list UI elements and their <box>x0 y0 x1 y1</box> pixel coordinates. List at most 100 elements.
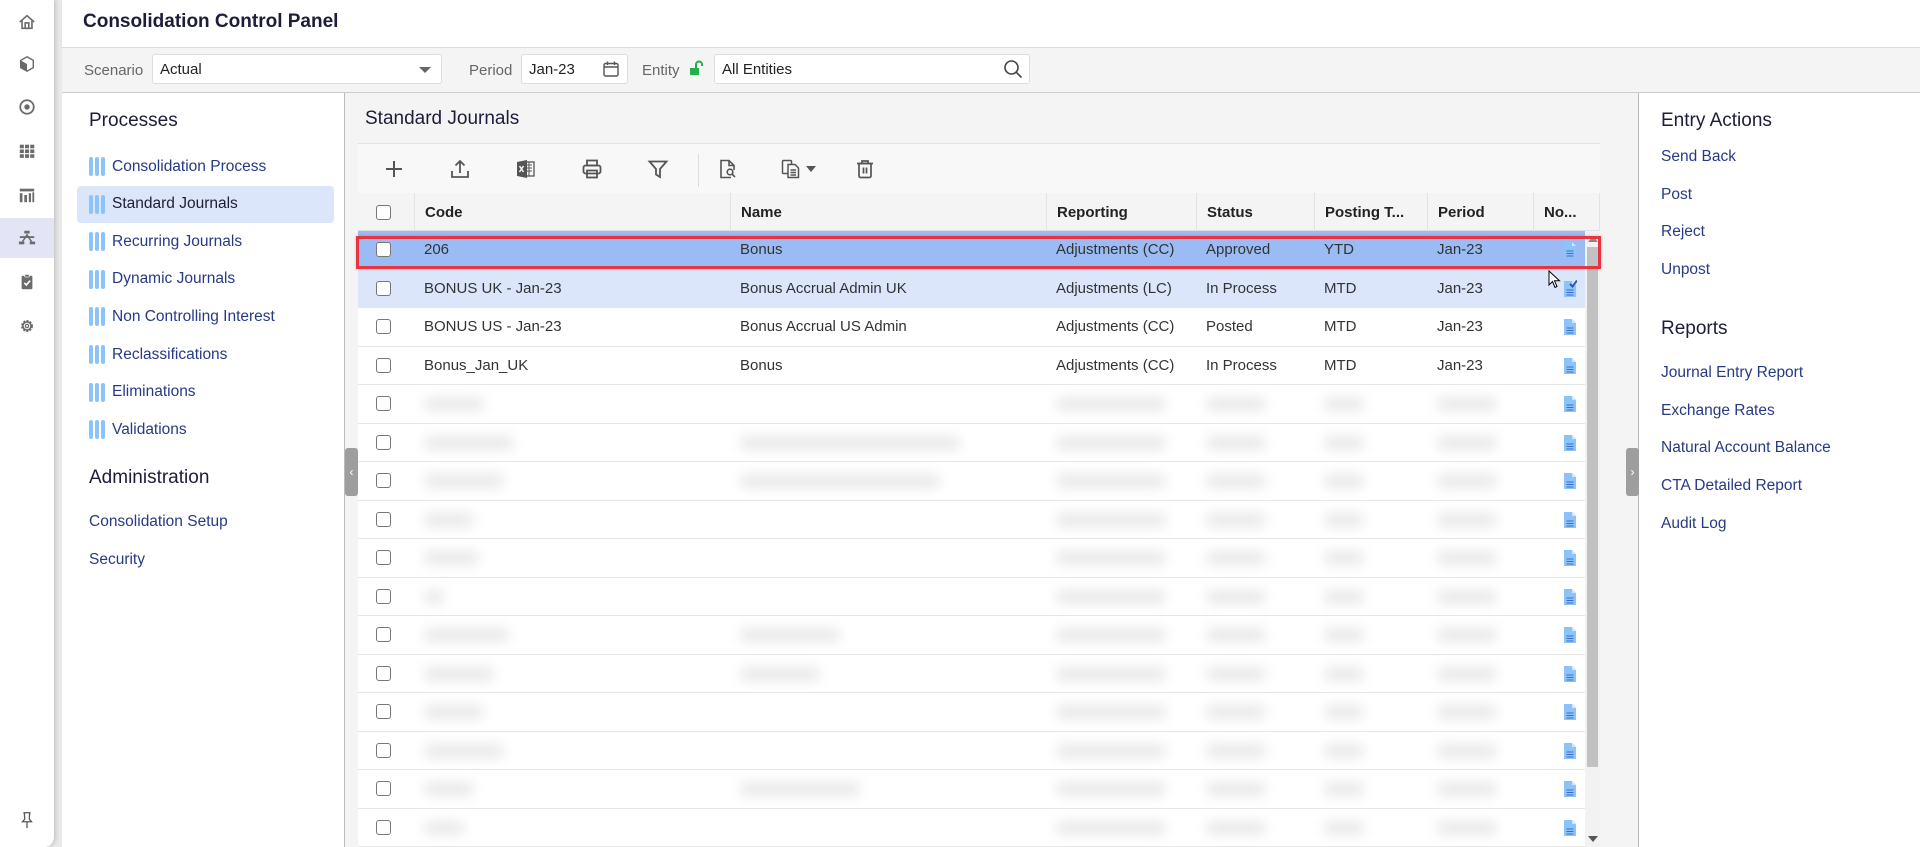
row-checkbox[interactable] <box>376 742 391 758</box>
note-document-icon[interactable] <box>1563 626 1577 644</box>
report-link-exchange-rates[interactable]: Exchange Rates <box>1661 402 1775 420</box>
copy-dropdown-button[interactable] <box>776 154 820 184</box>
upload-button[interactable] <box>445 154 475 184</box>
search-icon[interactable] <box>1003 59 1023 79</box>
clipboard-check-icon[interactable] <box>0 262 54 302</box>
column-header-name[interactable]: Name <box>730 193 1046 231</box>
column-header-code[interactable]: Code <box>414 193 730 231</box>
note-document-icon[interactable] <box>1563 395 1577 413</box>
grid-icon[interactable] <box>0 131 54 171</box>
table-row[interactable]: BONUS US - Jan-23 Bonus Accrual US Admin A… <box>358 308 1585 347</box>
table-row[interactable] <box>358 693 1585 732</box>
period-field[interactable]: Jan-23 <box>521 54 628 84</box>
row-checkbox[interactable] <box>376 473 391 488</box>
report-link-cta-detailed-report[interactable]: CTA Detailed Report <box>1661 477 1802 495</box>
note-document-icon[interactable] <box>1563 241 1577 259</box>
scroll-up-icon[interactable] <box>1588 236 1598 242</box>
table-row[interactable] <box>358 500 1585 539</box>
admin-item-security[interactable]: Security <box>89 551 145 569</box>
entry-action-post[interactable]: Post <box>1661 186 1692 204</box>
column-header-posting-type[interactable]: Posting T... <box>1314 193 1427 231</box>
export-excel-button[interactable] <box>511 154 541 184</box>
row-checkbox[interactable] <box>376 704 391 719</box>
table-row[interactable] <box>358 731 1585 770</box>
entry-action-send-back[interactable]: Send Back <box>1661 148 1736 166</box>
hierarchy-icon[interactable] <box>0 218 54 258</box>
table-row[interactable] <box>358 616 1585 655</box>
row-checkbox[interactable] <box>376 319 391 334</box>
collapse-right-panel-button[interactable]: › <box>1626 448 1639 496</box>
note-document-icon[interactable] <box>1563 819 1577 837</box>
cube-icon[interactable] <box>0 44 54 84</box>
note-check-icon[interactable] <box>1563 279 1578 298</box>
entity-search-field[interactable]: All Entities <box>714 54 1030 84</box>
note-document-icon[interactable] <box>1563 472 1577 490</box>
table-row[interactable]: BONUS UK - Jan-23 Bonus Accrual Admin UK A… <box>358 269 1585 308</box>
table-row[interactable] <box>358 423 1585 462</box>
sidebar-item-eliminations[interactable]: Eliminations <box>77 374 334 411</box>
admin-item-consolidation-setup[interactable]: Consolidation Setup <box>89 513 228 531</box>
entry-action-reject[interactable]: Reject <box>1661 223 1705 241</box>
vertical-scrollbar[interactable] <box>1585 231 1600 847</box>
note-document-icon[interactable] <box>1563 588 1577 606</box>
column-header-status[interactable]: Status <box>1196 193 1314 231</box>
table-row[interactable]: Bonus_Jan_UK Bonus Adjustments (CC) In Proc… <box>358 346 1585 385</box>
sidebar-item-validations[interactable]: Validations <box>77 411 334 448</box>
target-icon[interactable] <box>0 87 54 127</box>
sidebar-item-non-controlling-interest[interactable]: Non Controlling Interest <box>77 298 334 335</box>
column-header-notes[interactable]: No... <box>1533 193 1600 231</box>
table-row[interactable] <box>358 385 1585 424</box>
note-document-icon[interactable] <box>1563 549 1577 567</box>
report-icon[interactable] <box>0 175 54 215</box>
delete-button[interactable] <box>850 154 880 184</box>
home-icon[interactable] <box>0 2 54 42</box>
pin-icon[interactable] <box>0 800 54 840</box>
note-document-icon[interactable] <box>1563 318 1577 336</box>
row-checkbox[interactable] <box>376 242 391 257</box>
report-link-journal-entry-report[interactable]: Journal Entry Report <box>1661 364 1803 382</box>
table-row[interactable]: 206 Bonus Adjustments (CC) Approved YTD Jan-2… <box>358 231 1585 270</box>
sidebar-item-dynamic-journals[interactable]: Dynamic Journals <box>77 261 334 298</box>
sidebar-item-reclassifications[interactable]: Reclassifications <box>77 336 334 373</box>
row-checkbox[interactable] <box>376 357 391 373</box>
sidebar-item-standard-journals[interactable]: Standard Journals <box>77 185 334 223</box>
row-checkbox[interactable] <box>376 434 391 450</box>
table-row[interactable] <box>358 539 1585 578</box>
column-header-period[interactable]: Period <box>1427 193 1533 231</box>
table-row[interactable] <box>358 654 1585 693</box>
row-checkbox[interactable] <box>376 550 391 565</box>
filter-button[interactable] <box>643 154 673 184</box>
note-document-icon[interactable] <box>1563 703 1577 721</box>
note-document-icon[interactable] <box>1563 665 1577 683</box>
sidebar-item-recurring-journals[interactable]: Recurring Journals <box>77 223 334 260</box>
entry-action-unpost[interactable]: Unpost <box>1661 261 1710 279</box>
table-row[interactable] <box>358 462 1585 501</box>
preview-button[interactable] <box>713 154 743 184</box>
unlock-icon[interactable] <box>689 60 705 76</box>
row-checkbox[interactable] <box>376 627 391 642</box>
select-all-checkbox[interactable] <box>376 205 391 220</box>
scenario-select[interactable]: Actual <box>152 54 442 84</box>
report-link-audit-log[interactable]: Audit Log <box>1661 515 1727 533</box>
table-row[interactable] <box>358 808 1585 847</box>
scrollbar-thumb[interactable] <box>1587 247 1598 767</box>
sidebar-item-consolidation-process[interactable]: Consolidation Process <box>77 148 334 185</box>
note-document-icon[interactable] <box>1563 780 1577 798</box>
note-document-icon[interactable] <box>1563 742 1577 760</box>
row-checkbox[interactable] <box>376 781 391 796</box>
gear-icon[interactable] <box>0 306 54 346</box>
table-row[interactable] <box>358 770 1585 809</box>
add-button[interactable] <box>379 154 409 184</box>
row-checkbox[interactable] <box>376 588 391 604</box>
print-button[interactable] <box>577 154 607 184</box>
row-checkbox[interactable] <box>376 280 391 296</box>
scroll-down-icon[interactable] <box>1588 836 1598 842</box>
row-checkbox[interactable] <box>376 819 391 835</box>
row-checkbox[interactable] <box>376 396 391 411</box>
report-link-natural-account-balance[interactable]: Natural Account Balance <box>1661 439 1831 457</box>
calendar-icon[interactable] <box>602 60 620 78</box>
note-document-icon[interactable] <box>1563 511 1577 529</box>
collapse-left-panel-button[interactable]: ‹ <box>345 448 358 496</box>
column-header-reporting[interactable]: Reporting <box>1046 193 1196 231</box>
note-document-icon[interactable] <box>1563 434 1577 452</box>
